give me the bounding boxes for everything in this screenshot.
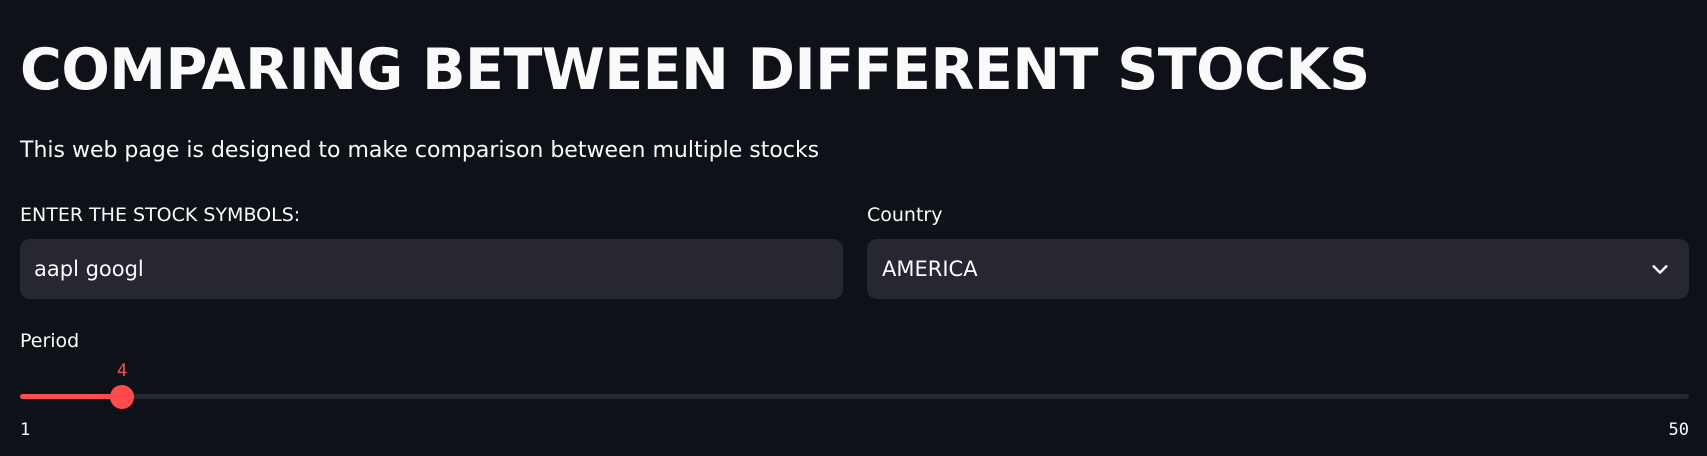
- period-label: Period: [20, 330, 80, 352]
- slider-thumb[interactable]: [110, 385, 135, 409]
- page-description: This web page is designed to make compar…: [20, 138, 820, 163]
- country-select[interactable]: AMERICA: [867, 239, 1689, 299]
- slider-min-label: 1: [20, 420, 31, 440]
- stock-symbols-label: ENTER THE STOCK SYMBOLS:: [20, 204, 301, 226]
- stock-symbols-input[interactable]: [20, 239, 843, 299]
- slider-max-label: 50: [1668, 420, 1689, 440]
- chevron-down-icon: [1652, 265, 1668, 274]
- page-title: COMPARING BETWEEN DIFFERENT STOCKS: [20, 37, 1370, 103]
- country-label: Country: [867, 204, 943, 226]
- country-selected-value: AMERICA: [882, 257, 978, 281]
- slider-track[interactable]: [20, 394, 1689, 399]
- slider-current-value: 4: [117, 361, 128, 381]
- period-slider[interactable]: 4: [20, 361, 1689, 409]
- slider-fill: [20, 394, 123, 399]
